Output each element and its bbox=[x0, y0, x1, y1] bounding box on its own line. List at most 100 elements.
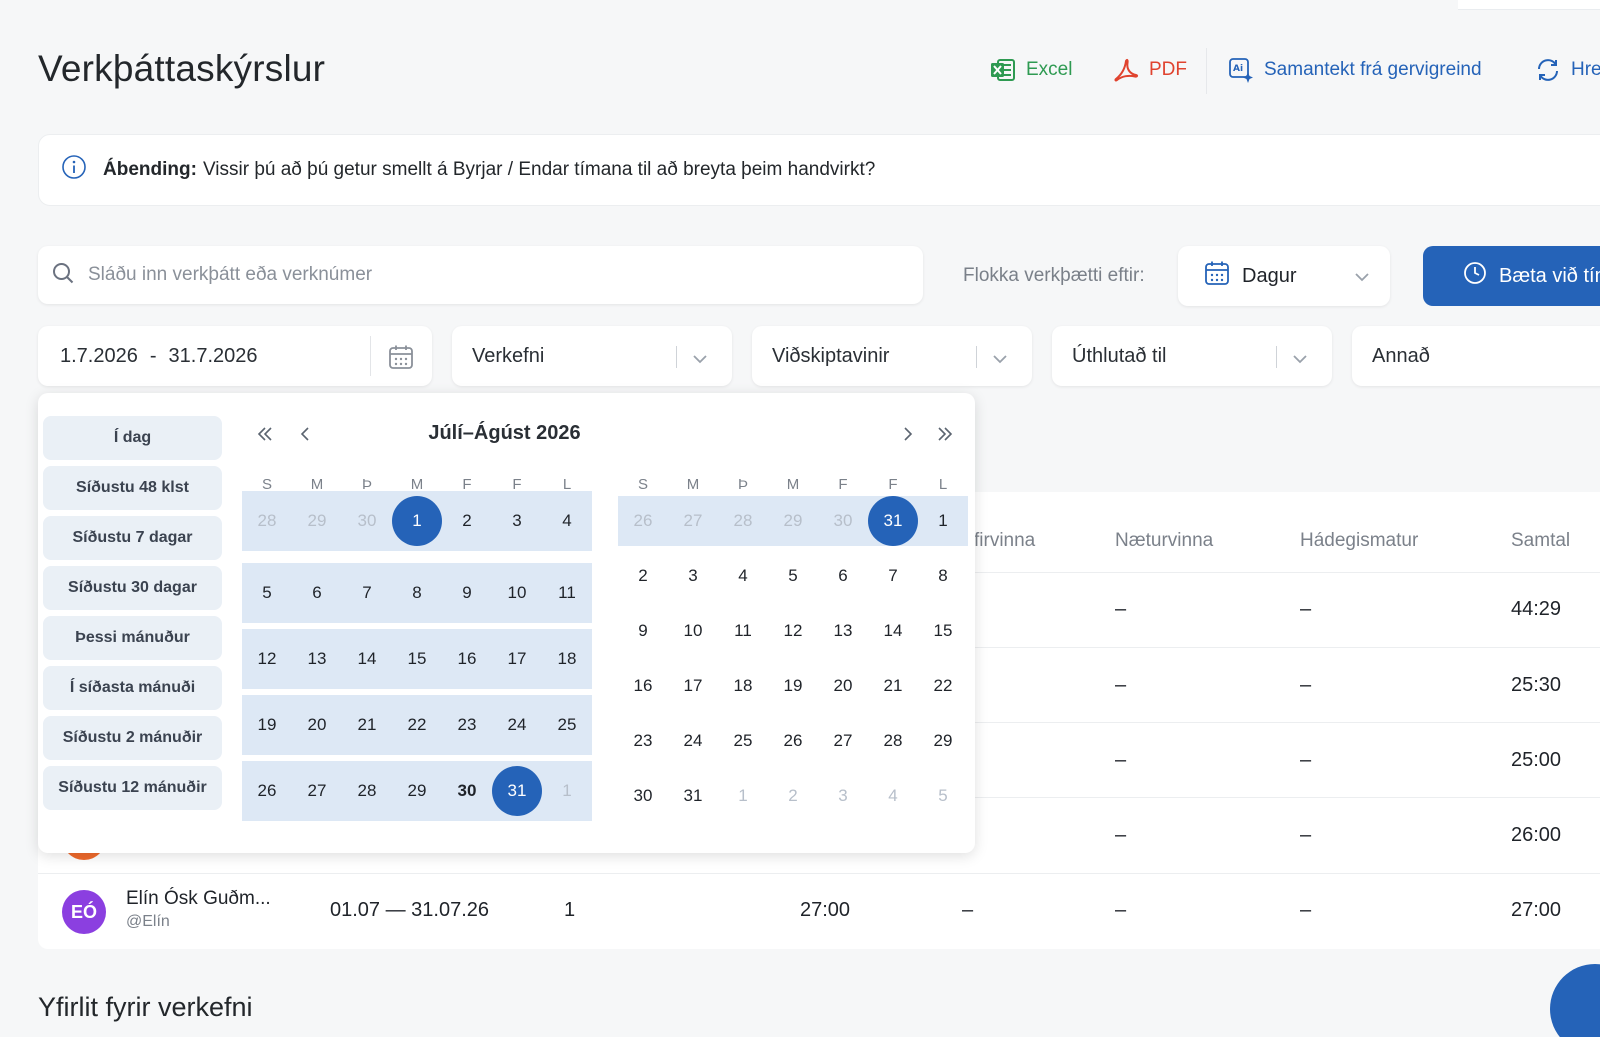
calendar-day[interactable]: 22 bbox=[392, 695, 442, 755]
calendar-day[interactable]: 10 bbox=[492, 563, 542, 623]
calendar-day[interactable]: 30 bbox=[618, 768, 668, 823]
calendar-day[interactable]: 4 bbox=[542, 491, 592, 551]
calendar-day[interactable]: 29 bbox=[768, 496, 818, 546]
column-header-total[interactable]: Samtal bbox=[1511, 530, 1570, 552]
calendar-day[interactable]: 14 bbox=[868, 603, 918, 658]
column-header-lunch[interactable]: Hádegismatur bbox=[1300, 530, 1418, 552]
calendar-day[interactable]: 3 bbox=[492, 491, 542, 551]
preset-button[interactable]: Þessi mánuður bbox=[43, 616, 222, 660]
calendar-day[interactable]: 26 bbox=[768, 713, 818, 768]
calendar-day[interactable]: 16 bbox=[442, 629, 492, 689]
calendar-icon[interactable] bbox=[388, 344, 414, 376]
calendar-day[interactable]: 13 bbox=[292, 629, 342, 689]
pdf-export-button[interactable]: PDF bbox=[1113, 52, 1187, 88]
calendar-day[interactable]: 12 bbox=[242, 629, 292, 689]
preset-button[interactable]: Í dag bbox=[43, 416, 222, 460]
calendar-day[interactable]: 16 bbox=[618, 658, 668, 713]
calendar-day[interactable]: 30 bbox=[818, 496, 868, 546]
calendar-day[interactable]: 19 bbox=[242, 695, 292, 755]
calendar-day[interactable]: 17 bbox=[492, 629, 542, 689]
calendar-day[interactable]: 31 bbox=[668, 768, 718, 823]
calendar-day[interactable]: 11 bbox=[718, 603, 768, 658]
calendar-day[interactable]: 7 bbox=[342, 563, 392, 623]
calendar-day[interactable]: 19 bbox=[768, 658, 818, 713]
calendar-day[interactable]: 22 bbox=[918, 658, 968, 713]
calendar-day[interactable]: 5 bbox=[768, 548, 818, 603]
calendar-day[interactable]: 24 bbox=[492, 695, 542, 755]
calendar-day[interactable]: 5 bbox=[242, 563, 292, 623]
calendar-day[interactable]: 5 bbox=[918, 768, 968, 823]
calendar-day[interactable]: 6 bbox=[292, 563, 342, 623]
calendar-day[interactable]: 3 bbox=[818, 768, 868, 823]
preset-button[interactable]: Síðustu 12 mánuðir bbox=[43, 766, 222, 810]
calendar-day-selected[interactable]: 31 bbox=[492, 761, 542, 821]
calendar-day[interactable]: 27 bbox=[292, 761, 342, 821]
calendar-day[interactable]: 28 bbox=[718, 496, 768, 546]
calendar-day[interactable]: 7 bbox=[868, 548, 918, 603]
calendar-day[interactable]: 2 bbox=[768, 768, 818, 823]
calendar-day[interactable]: 10 bbox=[668, 603, 718, 658]
calendar-day[interactable]: 29 bbox=[392, 761, 442, 821]
calendar-day[interactable]: 25 bbox=[718, 713, 768, 768]
calendar-day[interactable]: 17 bbox=[668, 658, 718, 713]
excel-export-button[interactable]: Excel bbox=[990, 52, 1072, 88]
calendar-day[interactable]: 4 bbox=[718, 548, 768, 603]
group-by-select[interactable]: Dagur bbox=[1178, 246, 1390, 306]
floating-action-button[interactable] bbox=[1550, 964, 1600, 1037]
calendar-day[interactable]: 18 bbox=[718, 658, 768, 713]
calendar-day[interactable]: 15 bbox=[918, 603, 968, 658]
calendar-day[interactable]: 23 bbox=[618, 713, 668, 768]
calendar-day[interactable]: 9 bbox=[442, 563, 492, 623]
calendar-day[interactable]: 8 bbox=[392, 563, 442, 623]
calendar-day[interactable]: 29 bbox=[918, 713, 968, 768]
refresh-button[interactable]: Hre bbox=[1535, 52, 1600, 88]
next-year-icon[interactable] bbox=[936, 423, 954, 449]
calendar-day[interactable]: 1 bbox=[718, 768, 768, 823]
calendar-day[interactable]: 20 bbox=[292, 695, 342, 755]
calendar-day[interactable]: 1 bbox=[918, 496, 968, 546]
calendar-day[interactable]: 24 bbox=[668, 713, 718, 768]
calendar-day-selected[interactable]: 31 bbox=[868, 496, 918, 546]
calendar-day[interactable]: 21 bbox=[342, 695, 392, 755]
user-name[interactable]: Elín Ósk Guðm... bbox=[126, 888, 271, 910]
column-header-night-work[interactable]: Næturvinna bbox=[1115, 530, 1213, 552]
calendar-day[interactable]: 9 bbox=[618, 603, 668, 658]
calendar-day[interactable]: 23 bbox=[442, 695, 492, 755]
calendar-day[interactable]: 15 bbox=[392, 629, 442, 689]
calendar-day[interactable]: 29 bbox=[292, 491, 342, 551]
customer-filter[interactable]: Viðskiptavinir bbox=[752, 326, 1032, 386]
calendar-day[interactable]: 4 bbox=[868, 768, 918, 823]
search-input[interactable] bbox=[88, 264, 868, 286]
calendar-day-selected[interactable]: 1 bbox=[392, 491, 442, 551]
calendar-day[interactable]: 21 bbox=[868, 658, 918, 713]
date-range-field[interactable]: 1.7.2026 - 31.7.2026 bbox=[38, 326, 432, 386]
calendar-day[interactable]: 26 bbox=[618, 496, 668, 546]
preset-button[interactable]: Síðustu 7 dagar bbox=[43, 516, 222, 560]
calendar-day[interactable]: 11 bbox=[542, 563, 592, 623]
calendar-day[interactable]: 28 bbox=[342, 761, 392, 821]
calendar-day[interactable]: 2 bbox=[618, 548, 668, 603]
calendar-day[interactable]: 8 bbox=[918, 548, 968, 603]
calendar-day[interactable]: 28 bbox=[868, 713, 918, 768]
calendar-day[interactable]: 30 bbox=[342, 491, 392, 551]
add-time-button[interactable]: Bæta við tím bbox=[1423, 246, 1600, 306]
preset-button[interactable]: Síðustu 30 dagar bbox=[43, 566, 222, 610]
column-header-overtime[interactable]: firvinna bbox=[974, 530, 1035, 552]
calendar-day[interactable]: 28 bbox=[242, 491, 292, 551]
calendar-day[interactable]: 27 bbox=[818, 713, 868, 768]
calendar-day[interactable]: 20 bbox=[818, 658, 868, 713]
calendar-day[interactable]: 6 bbox=[818, 548, 868, 603]
preset-button[interactable]: Síðustu 2 mánuðir bbox=[43, 716, 222, 760]
calendar-day[interactable]: 3 bbox=[668, 548, 718, 603]
calendar-day[interactable]: 18 bbox=[542, 629, 592, 689]
assignee-filter[interactable]: Úthlutað til bbox=[1052, 326, 1332, 386]
calendar-day[interactable]: 13 bbox=[818, 603, 868, 658]
other-filter[interactable]: Annað bbox=[1352, 326, 1600, 386]
calendar-day[interactable]: 26 bbox=[242, 761, 292, 821]
project-filter[interactable]: Verkefni bbox=[452, 326, 732, 386]
preset-button[interactable]: Síðustu 48 klst bbox=[43, 466, 222, 510]
calendar-day[interactable]: 1 bbox=[542, 761, 592, 821]
calendar-day[interactable]: 12 bbox=[768, 603, 818, 658]
calendar-day[interactable]: 27 bbox=[668, 496, 718, 546]
next-month-icon[interactable] bbox=[898, 423, 916, 449]
